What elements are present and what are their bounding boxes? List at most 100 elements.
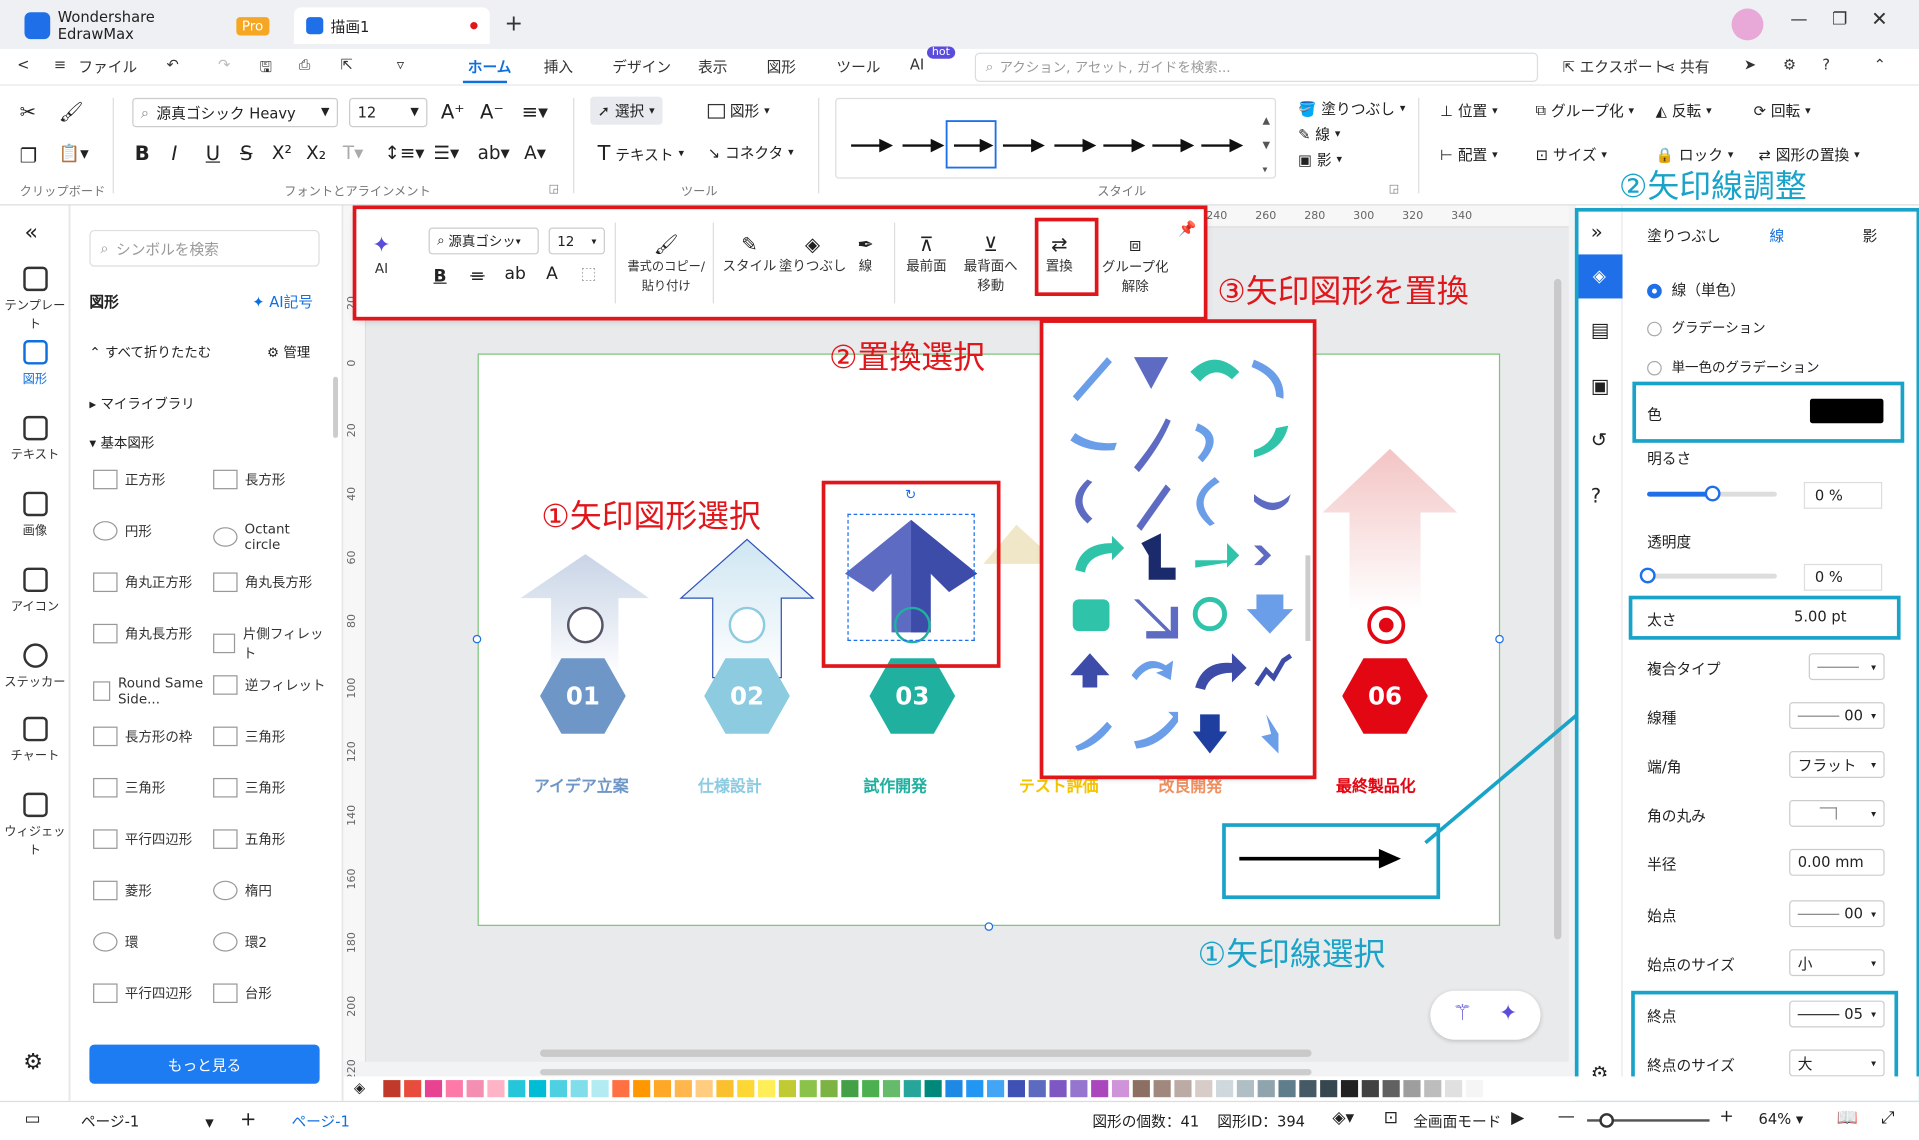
palette-swatch[interactable]: [1465, 1080, 1483, 1098]
palette-swatch[interactable]: [653, 1080, 672, 1098]
palette-swatch[interactable]: [1153, 1080, 1171, 1098]
step-label[interactable]: 仕様設計: [698, 773, 762, 796]
library-shape[interactable]: 角丸正方形: [93, 572, 208, 593]
line-style-gallery[interactable]: ▲ ▼ ▾: [835, 97, 1277, 179]
palette-swatch[interactable]: [945, 1080, 963, 1098]
library-scrollbar[interactable]: [333, 376, 338, 438]
library-shape[interactable]: 片側フィレット: [213, 624, 328, 663]
superscript-icon[interactable]: X²: [272, 142, 292, 164]
settings-gear-icon[interactable]: ⚙: [1783, 56, 1796, 73]
print-icon[interactable]: ⎙: [299, 56, 311, 74]
palette-swatch[interactable]: [1403, 1080, 1421, 1098]
underline-icon[interactable]: U: [206, 142, 220, 165]
library-shape[interactable]: 楕円: [213, 880, 328, 901]
palette-swatch[interactable]: [1070, 1080, 1088, 1098]
font-color-icon[interactable]: A▾: [524, 142, 546, 164]
palette-swatch[interactable]: [1111, 1080, 1130, 1098]
tab-ai[interactable]: AI: [910, 56, 924, 73]
rail-icons[interactable]: アイコン: [0, 567, 70, 614]
library-shape[interactable]: 逆フィレット: [213, 675, 328, 695]
palette-swatch[interactable]: [1299, 1080, 1317, 1098]
size-button[interactable]: ⊡ サイズ ▾: [1536, 144, 1607, 165]
palette-swatch[interactable]: [1236, 1080, 1254, 1098]
tab-home[interactable]: ホーム: [468, 56, 512, 77]
palette-swatch[interactable]: [799, 1080, 817, 1098]
zoom-out-icon[interactable]: —: [1558, 1107, 1575, 1127]
increase-font-icon[interactable]: A⁺: [441, 100, 465, 123]
palette-swatch[interactable]: [383, 1080, 401, 1098]
no-fill-icon[interactable]: ◈: [354, 1079, 365, 1096]
decrease-font-icon[interactable]: A⁻: [480, 100, 504, 123]
palette-swatch[interactable]: [529, 1080, 547, 1098]
save-icon[interactable]: 🖫: [260, 56, 273, 82]
group-button[interactable]: ⧉ グループ化 ▾: [1536, 100, 1634, 121]
fill-button[interactable]: 🪣 塗りつぶし ▾: [1298, 98, 1405, 119]
fit-page-icon[interactable]: ⊡: [1384, 1108, 1398, 1128]
palette-swatch[interactable]: [758, 1080, 776, 1098]
more-dropdown-icon[interactable]: ▿: [397, 56, 404, 73]
line-spacing-icon[interactable]: ↕≡▾: [385, 142, 425, 164]
export-button[interactable]: ⇱ エクスポート: [1563, 56, 1668, 77]
symbol-search-input[interactable]: ⌕ シンボルを検索: [89, 229, 320, 267]
palette-swatch[interactable]: [404, 1080, 422, 1098]
basic-shapes-section[interactable]: ▾ 基本図形: [89, 433, 154, 453]
palette-swatch[interactable]: [466, 1080, 484, 1098]
step-label[interactable]: 試作開発: [863, 773, 927, 796]
palette-swatch[interactable]: [1424, 1080, 1442, 1098]
text-style-icon[interactable]: ab▾: [478, 142, 510, 164]
fullscreen-mode-button[interactable]: 全画面モード: [1413, 1111, 1501, 1132]
palette-swatch[interactable]: [841, 1080, 859, 1098]
palette-swatch[interactable]: [903, 1080, 921, 1098]
cut-icon[interactable]: ✂: [20, 100, 36, 123]
collapse-all-button[interactable]: ⌃ すべて折りたたむ: [89, 342, 211, 362]
italic-icon[interactable]: I: [171, 142, 177, 165]
more-shapes-button[interactable]: もっと見る: [89, 1044, 320, 1084]
zoom-in-icon[interactable]: +: [1719, 1107, 1733, 1127]
palette-swatch[interactable]: [1340, 1080, 1359, 1098]
collapse-panel-icon[interactable]: «: [24, 220, 37, 246]
palette-swatch[interactable]: [424, 1080, 443, 1098]
library-shape[interactable]: 三角形: [213, 726, 328, 747]
palette-swatch[interactable]: [591, 1080, 609, 1098]
library-shape[interactable]: 三角形: [93, 777, 208, 798]
palette-swatch[interactable]: [633, 1080, 651, 1098]
rail-stickers[interactable]: ステッカー: [0, 643, 70, 690]
library-shape[interactable]: 環: [93, 932, 208, 952]
palette-swatch[interactable]: [1278, 1080, 1296, 1098]
text-case-icon[interactable]: T▾: [343, 142, 363, 164]
palette-swatch[interactable]: [487, 1080, 505, 1098]
sparkle-icon[interactable]: ✦: [1499, 1001, 1517, 1027]
font-family-select[interactable]: ⌕ 源真ゴシック Heavy ▼: [132, 97, 338, 128]
library-shape[interactable]: 菱形: [93, 880, 208, 901]
rail-widgets[interactable]: ウィジェット: [0, 792, 70, 857]
library-shape[interactable]: 五角形: [213, 829, 328, 849]
text-align-icon[interactable]: ≡▾: [522, 100, 548, 123]
rail-charts[interactable]: チャート: [0, 716, 70, 763]
step-label[interactable]: アイデア立案: [534, 773, 629, 796]
palette-swatch[interactable]: [1382, 1080, 1400, 1098]
tab-tools[interactable]: ツール: [836, 56, 880, 77]
library-shape[interactable]: 角丸長方形: [93, 623, 208, 644]
rail-templates[interactable]: テンプレート: [0, 266, 70, 331]
font-size-select[interactable]: 12 ▼: [349, 97, 428, 128]
library-shape[interactable]: 長方形: [213, 469, 328, 490]
step-label[interactable]: 最終製品化: [1336, 773, 1416, 796]
ai-symbols-link[interactable]: ✦ AI記号: [252, 291, 313, 312]
fit-window-icon[interactable]: ⤢: [1881, 1108, 1895, 1128]
palette-swatch[interactable]: [737, 1080, 755, 1098]
palette-swatch[interactable]: [1361, 1080, 1379, 1098]
tab-view[interactable]: 表示: [698, 56, 727, 77]
palette-swatch[interactable]: [1007, 1080, 1025, 1098]
palette-swatch[interactable]: [612, 1080, 630, 1098]
new-tab-plus-icon[interactable]: +: [505, 11, 523, 37]
palette-swatch[interactable]: [820, 1080, 838, 1098]
palette-swatch[interactable]: [570, 1080, 588, 1098]
palette-swatch[interactable]: [695, 1080, 713, 1098]
horizontal-scrollbar[interactable]: [540, 1049, 1312, 1057]
tab-shape[interactable]: 図形: [767, 56, 796, 77]
file-menu[interactable]: ファイル: [78, 56, 137, 77]
paste-icon[interactable]: 📋▾: [59, 144, 89, 164]
redo-icon[interactable]: ↷: [218, 56, 230, 73]
avatar[interactable]: [1731, 8, 1764, 41]
settings-gear-icon[interactable]: ⚙: [23, 1050, 43, 1076]
